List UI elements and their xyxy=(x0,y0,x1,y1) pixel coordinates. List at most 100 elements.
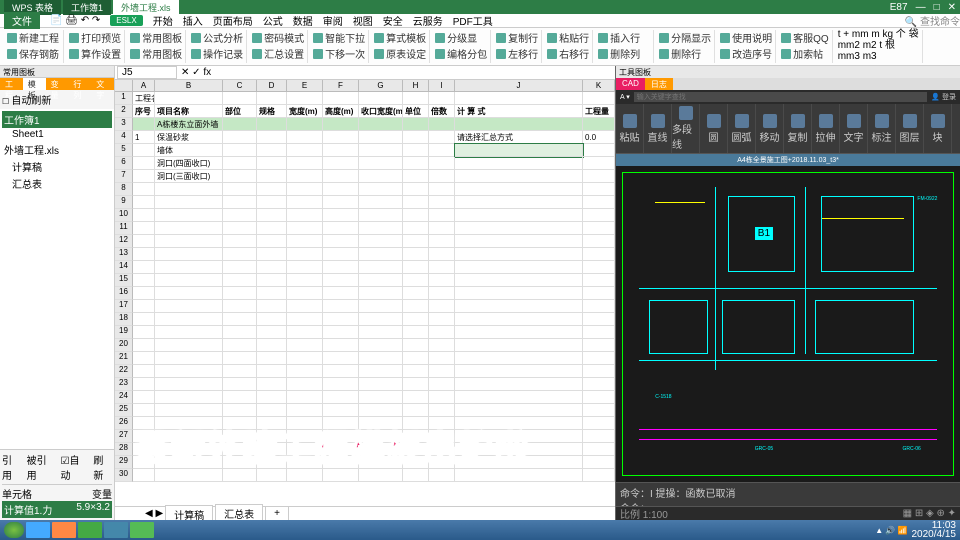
cell-16-0[interactable] xyxy=(133,287,155,300)
col-header-F[interactable]: F xyxy=(323,80,359,91)
cell-22-10[interactable] xyxy=(583,365,615,378)
cell-4-10[interactable]: 0.0 xyxy=(583,131,615,144)
cell-14-6[interactable] xyxy=(359,261,403,274)
cell-19-8[interactable] xyxy=(429,326,455,339)
cell-14-7[interactable] xyxy=(403,261,429,274)
cell-9-8[interactable] xyxy=(429,196,455,209)
cell-19-4[interactable] xyxy=(287,326,323,339)
cell-2-4[interactable]: 宽度(m) xyxy=(287,105,323,118)
cell-22-2[interactable] xyxy=(223,365,257,378)
cell-27-10[interactable] xyxy=(583,430,615,443)
cell-5-6[interactable] xyxy=(359,144,403,157)
cell-24-10[interactable] xyxy=(583,391,615,404)
cell-8-7[interactable] xyxy=(403,183,429,196)
delete-row-button[interactable]: 删除行 xyxy=(659,46,711,61)
cell-30-7[interactable] xyxy=(403,469,429,482)
cell-7-10[interactable] xyxy=(583,170,615,183)
cell-3-0[interactable] xyxy=(133,118,155,131)
cell-21-10[interactable] xyxy=(583,352,615,365)
lp-tab-rowcol[interactable]: 行列 xyxy=(68,78,91,90)
cell-24-7[interactable] xyxy=(403,391,429,404)
tree-summary-sheet[interactable]: 汇总表 xyxy=(2,175,112,192)
cell-10-1[interactable] xyxy=(155,209,223,222)
cell-11-4[interactable] xyxy=(287,222,323,235)
col-header-B[interactable]: B xyxy=(155,80,223,91)
paste-row-button[interactable]: 粘贴行 xyxy=(547,30,589,45)
cell-13-3[interactable] xyxy=(257,248,287,261)
cell-21-0[interactable] xyxy=(133,352,155,365)
cell-13-6[interactable] xyxy=(359,248,403,261)
tree-workbook[interactable]: 工作簿1 xyxy=(2,111,112,128)
cell-18-9[interactable] xyxy=(455,313,583,326)
row-header-3[interactable]: 3 xyxy=(115,118,133,131)
cell-5-7[interactable] xyxy=(403,144,429,157)
cell-18-5[interactable] xyxy=(323,313,359,326)
menu-insert[interactable]: 插入 xyxy=(183,13,203,28)
op-record-button[interactable]: 操作记录 xyxy=(191,46,243,61)
cell-25-3[interactable] xyxy=(257,404,287,417)
cell-9-5[interactable] xyxy=(323,196,359,209)
row-header-30[interactable]: 30 xyxy=(115,469,133,482)
cell-12-8[interactable] xyxy=(429,235,455,248)
cell-11-9[interactable] xyxy=(455,222,583,235)
cell-9-1[interactable] xyxy=(155,196,223,209)
cell-12-10[interactable] xyxy=(583,235,615,248)
cad-tab-cad[interactable]: CAD xyxy=(616,78,645,90)
menu-start[interactable]: 开始 xyxy=(153,13,173,28)
cell-15-0[interactable] xyxy=(133,274,155,287)
cell-3-3[interactable] xyxy=(257,118,287,131)
row-header-6[interactable]: 6 xyxy=(115,157,133,170)
cell-30-9[interactable] xyxy=(455,469,583,482)
cell-11-10[interactable] xyxy=(583,222,615,235)
cell-3-10[interactable] xyxy=(583,118,615,131)
cell-15-9[interactable] xyxy=(455,274,583,287)
cell-19-7[interactable] xyxy=(403,326,429,339)
cell-2-9[interactable]: 计 算 式 xyxy=(455,105,583,118)
cell-3-8[interactable] xyxy=(429,118,455,131)
cell-6-7[interactable] xyxy=(403,157,429,170)
row-header-5[interactable]: 5 xyxy=(115,144,133,157)
name-box[interactable]: J5 xyxy=(117,66,177,79)
cell-16-2[interactable] xyxy=(223,287,257,300)
cell-5-9[interactable] xyxy=(455,144,583,157)
row-header-13[interactable]: 13 xyxy=(115,248,133,261)
cell-7-1[interactable]: 洞口(三面收口) xyxy=(155,170,223,183)
right-row-button[interactable]: 右移行 xyxy=(547,46,589,61)
minimize-button[interactable]: — xyxy=(916,2,926,13)
delete-col-button[interactable]: 删除列 xyxy=(598,46,650,61)
cell-22-7[interactable] xyxy=(403,365,429,378)
cell-8-3[interactable] xyxy=(257,183,287,196)
row-header-2[interactable]: 2 xyxy=(115,105,133,118)
cell-24-3[interactable] xyxy=(257,391,287,404)
cell-8-8[interactable] xyxy=(429,183,455,196)
cell-12-7[interactable] xyxy=(403,235,429,248)
cell-2-3[interactable]: 规格 xyxy=(257,105,287,118)
cad-ribbon-直线[interactable]: 直线 xyxy=(644,104,672,153)
cell-1-10[interactable] xyxy=(583,92,615,105)
cell-3-2[interactable] xyxy=(223,118,257,131)
cell-6-9[interactable] xyxy=(455,157,583,170)
cell-6-5[interactable] xyxy=(323,157,359,170)
cad-command-line[interactable]: 命令：I 提操：函数已取消 命令： xyxy=(616,482,960,506)
cell-8-0[interactable] xyxy=(133,183,155,196)
cell-6-2[interactable] xyxy=(223,157,257,170)
cell-20-2[interactable] xyxy=(223,339,257,352)
cell-15-2[interactable] xyxy=(223,274,257,287)
save-rebar-button[interactable]: 保存钢筋 xyxy=(7,46,60,61)
cell-22-4[interactable] xyxy=(287,365,323,378)
cell-16-10[interactable] xyxy=(583,287,615,300)
cell-1-0[interactable]: 工程名称: xyxy=(133,92,155,105)
cell-17-2[interactable] xyxy=(223,300,257,313)
row-header-27[interactable]: 27 xyxy=(115,430,133,443)
cell-8-2[interactable] xyxy=(223,183,257,196)
cell-14-2[interactable] xyxy=(223,261,257,274)
cell-30-4[interactable] xyxy=(287,469,323,482)
cell-19-2[interactable] xyxy=(223,326,257,339)
cell-13-9[interactable] xyxy=(455,248,583,261)
task-app1[interactable] xyxy=(104,522,128,538)
cell-18-8[interactable] xyxy=(429,313,455,326)
cell-15-10[interactable] xyxy=(583,274,615,287)
cell-24-0[interactable] xyxy=(133,391,155,404)
col-header-K[interactable]: K xyxy=(583,80,615,91)
cell-10-3[interactable] xyxy=(257,209,287,222)
